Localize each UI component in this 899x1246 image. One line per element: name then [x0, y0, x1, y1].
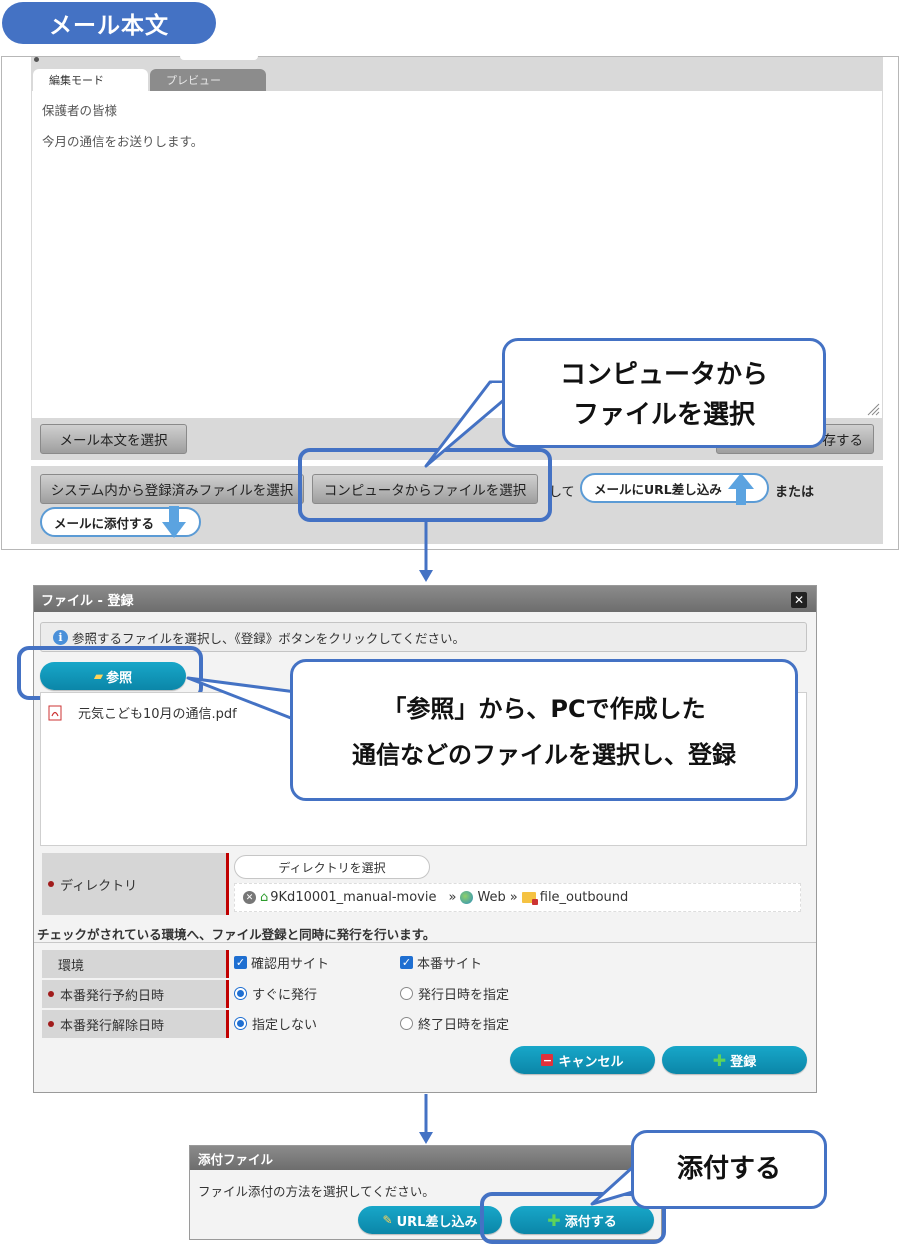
- select-body-button[interactable]: メール本文を選択: [40, 424, 187, 454]
- publish-note: チェックがされている環境へ、ファイル登録と同時に発行を行います。: [37, 927, 436, 942]
- env-staging-checkbox[interactable]: ✓ 確認用サイト: [234, 953, 329, 972]
- publish-schedule-label-text: 本番発行予約日時: [60, 988, 165, 1004]
- link-icon: ✎: [382, 1213, 393, 1227]
- or-text: または: [775, 485, 815, 500]
- radio-selected-icon: [234, 987, 247, 1000]
- body-line-message: 今月の通信をお送りします。: [42, 134, 204, 149]
- tab-edit-mode[interactable]: 編集モード: [33, 69, 148, 91]
- unpublish-schedule-label-text: 本番発行解除日時: [60, 1018, 165, 1034]
- env-production-label: 本番サイト: [417, 957, 483, 972]
- path-web[interactable]: Web: [477, 890, 505, 905]
- cancel-button-label: キャンセル: [558, 1054, 624, 1070]
- callout-attach: 添付する: [631, 1130, 827, 1209]
- publish-schedule-label: 本番発行予約日時: [42, 980, 229, 1008]
- pdf-icon: [48, 705, 62, 720]
- connector-text: して: [549, 485, 575, 500]
- publish-datetime-radio[interactable]: 発行日時を指定: [400, 984, 509, 1003]
- globe-icon: [460, 891, 474, 904]
- env-staging-label: 確認用サイト: [251, 957, 330, 972]
- radio-unselected-icon: [400, 987, 413, 1000]
- callout-computer-select: コンピュータから ファイルを選択: [502, 338, 826, 448]
- register-button[interactable]: ✚ 登録: [662, 1046, 807, 1074]
- dialog-title: ファイル - 登録: [34, 586, 816, 612]
- unpublish-schedule-label: 本番発行解除日時: [42, 1010, 229, 1038]
- divider: [34, 942, 816, 943]
- env-production-checkbox[interactable]: ✓ 本番サイト: [400, 953, 482, 972]
- flow-arrow-down: [419, 1094, 433, 1144]
- radio-selected-icon: [234, 1017, 247, 1030]
- publish-now-radio[interactable]: すぐに発行: [234, 984, 317, 1003]
- path-root[interactable]: 9Kd10001_manual-movie: [270, 890, 436, 905]
- callout-line: コンピュータから: [559, 360, 768, 390]
- toolbar-fragment: [180, 56, 258, 60]
- section-title: メール本文: [2, 2, 216, 44]
- minus-icon: −: [541, 1053, 554, 1067]
- radio-unselected-icon: [400, 1017, 413, 1030]
- callout-line: 通信などのファイルを選択し、登録: [352, 741, 736, 769]
- body-line-greeting: 保護者の皆様: [42, 103, 118, 118]
- unpublish-datetime-radio[interactable]: 終了日時を指定: [400, 1014, 509, 1033]
- clear-icon[interactable]: ✕: [243, 891, 256, 904]
- callout-line: 「参照」から、PCで作成した: [382, 695, 706, 723]
- publish-datetime-label: 発行日時を指定: [418, 988, 510, 1003]
- toolbar-dot: [34, 57, 39, 62]
- info-icon: i: [53, 629, 68, 645]
- directory-label-text: ディレクトリ: [60, 878, 138, 894]
- tab-preview[interactable]: プレビュー: [150, 69, 266, 91]
- home-icon: ⌂: [260, 890, 269, 905]
- callout-browse-register: 「参照」から、PCで作成した 通信などのファイルを選択し、登録: [290, 659, 798, 801]
- plus-icon: ✚: [712, 1050, 727, 1070]
- resize-grip-icon[interactable]: [866, 402, 880, 416]
- arrow-up-icon: [728, 473, 754, 505]
- locked-folder-icon: [521, 892, 538, 905]
- unpublish-none-label: 指定しない: [252, 1018, 318, 1033]
- checkbox-checked-icon: ✓: [234, 956, 247, 969]
- system-file-button[interactable]: システム内から登録済みファイルを選択: [40, 474, 304, 504]
- attach-to-mail-label: メールに添付する: [54, 515, 155, 531]
- required-dot-icon: [48, 1021, 54, 1027]
- register-button-label: 登録: [730, 1054, 757, 1070]
- environment-label: 環境: [42, 950, 229, 978]
- unpublish-none-radio[interactable]: 指定しない: [234, 1014, 317, 1033]
- unpublish-datetime-label: 終了日時を指定: [418, 1018, 510, 1033]
- path-separator: »: [448, 890, 457, 905]
- url-insert-label: メールにURL差し込み: [594, 481, 722, 497]
- directory-path: ✕ ⌂ 9Kd10001_manual-movie » Web » file_o…: [234, 883, 801, 912]
- arrow-down-icon: [162, 506, 186, 538]
- close-icon[interactable]: ✕: [791, 592, 807, 608]
- attach-instruction: ファイル添付の方法を選択してください。: [198, 1184, 435, 1199]
- directory-label: ディレクトリ: [42, 853, 229, 915]
- required-dot-icon: [48, 881, 54, 887]
- path-folder[interactable]: file_outbound: [540, 890, 629, 905]
- cancel-button[interactable]: − キャンセル: [510, 1046, 655, 1074]
- callout-line: ファイルを選択: [572, 400, 755, 430]
- flow-arrow-down: [419, 522, 433, 582]
- select-directory-button[interactable]: ディレクトリを選択: [234, 855, 430, 879]
- dialog-info-text: 参照するファイルを選択し、《登録》ボタンをクリックしてください。: [72, 630, 466, 646]
- publish-now-label: すぐに発行: [252, 988, 318, 1003]
- url-insert-attach-label: URL差し込み: [396, 1214, 478, 1230]
- required-dot-icon: [48, 991, 54, 997]
- checkbox-checked-icon: ✓: [400, 956, 413, 969]
- callout-pointer: [186, 676, 298, 722]
- path-separator: »: [509, 890, 518, 905]
